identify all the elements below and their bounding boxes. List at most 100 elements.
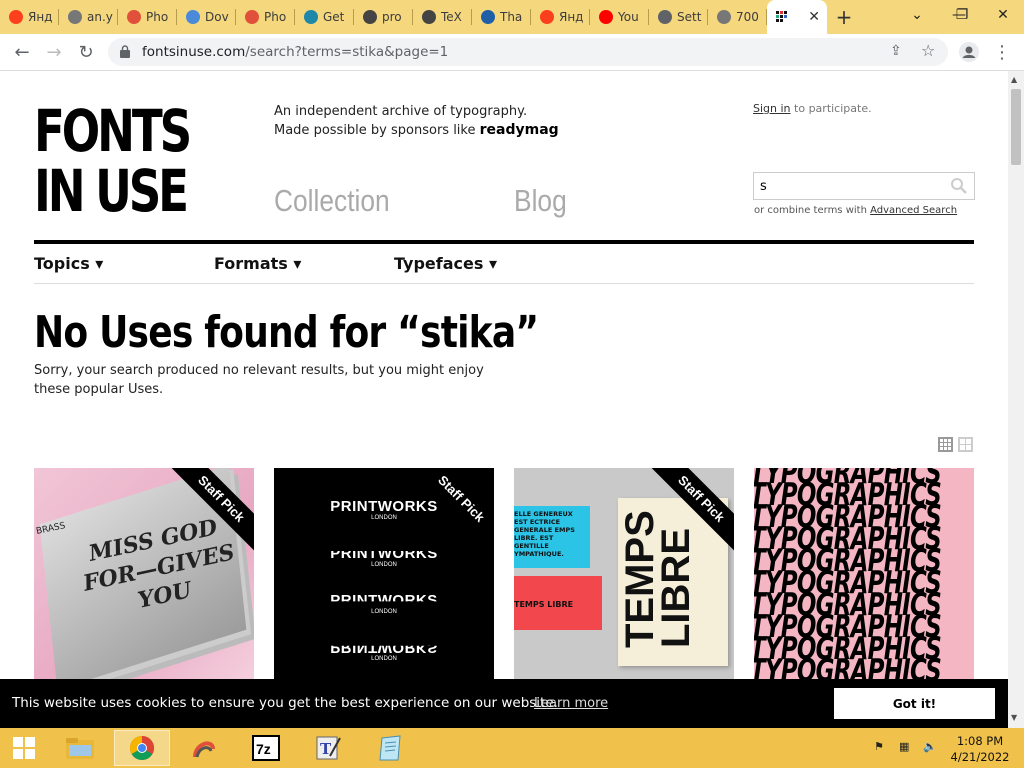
tab-label: TeX	[441, 10, 462, 24]
tab-search-icon[interactable]: ⌄	[896, 0, 938, 30]
nav-formats[interactable]: Formats ▾	[214, 254, 301, 273]
photopea-taskbar-button[interactable]	[176, 730, 232, 766]
tex-icon	[363, 10, 377, 24]
advanced-search-link[interactable]: Advanced Search	[870, 205, 957, 216]
chrome-taskbar-button[interactable]	[114, 730, 170, 766]
logo-line-1: FONTS	[34, 97, 192, 165]
search-input[interactable]	[754, 173, 944, 199]
lock-icon	[120, 45, 130, 58]
start-button[interactable]	[0, 730, 48, 766]
notepad-taskbar-button[interactable]	[362, 730, 418, 766]
tagline: An independent archive of typography. Ma…	[274, 102, 559, 140]
page-scrollbar[interactable]: ▲ ▼	[1008, 71, 1024, 728]
chrome-icon	[129, 736, 155, 761]
yandex-icon	[9, 10, 23, 24]
tab-10[interactable]: Янд	[531, 0, 590, 34]
clock-time: 1:08 PM	[956, 734, 1004, 748]
new-tab-button[interactable]: +	[827, 0, 861, 34]
bookmark-star-icon[interactable]: ☆	[921, 41, 935, 60]
cookie-learn-more-link[interactable]: Learn more	[534, 696, 608, 711]
7zip-icon: 7z	[252, 735, 280, 761]
share-icon[interactable]: ⇪	[890, 43, 902, 59]
tex-icon	[422, 10, 436, 24]
restore-icon[interactable]: ❐	[941, 0, 983, 30]
photopea-icon	[193, 741, 215, 758]
tab-label: Pho	[264, 10, 287, 24]
tab-label: Get	[323, 10, 345, 24]
tab-1[interactable]: Янд	[0, 0, 59, 34]
youtube-icon	[599, 10, 613, 24]
search-icon[interactable]	[950, 177, 968, 195]
use-card-3[interactable]: ELLE GENEREUX EST ECTRICE GENERALE EMPS …	[514, 468, 734, 683]
site-logo[interactable]: FONTS IN USE	[34, 97, 192, 225]
nav-blog[interactable]: Blog	[514, 183, 567, 219]
close-window-icon[interactable]: ✕	[982, 0, 1024, 30]
folder-icon	[66, 738, 94, 759]
tab-6[interactable]: Get	[295, 0, 354, 34]
scroll-up-icon[interactable]: ▲	[1011, 75, 1017, 84]
tab-2[interactable]: an.y	[59, 0, 118, 34]
use-card-1[interactable]: MISS GOD FOR—GIVES YOU BRASS Staff Pick	[34, 468, 254, 683]
fontsinuse-icon	[776, 10, 790, 24]
tab-label: Pho	[146, 10, 169, 24]
tab-7[interactable]: pro	[354, 0, 413, 34]
address-bar[interactable]: fontsinuse.com/search?terms=stika&page=1…	[108, 38, 948, 66]
tab-9[interactable]: Tha	[472, 0, 531, 34]
profile-icon[interactable]	[953, 34, 985, 70]
tab-8[interactable]: TeX	[413, 0, 472, 34]
tab-label: Янд	[559, 10, 584, 24]
close-tab-icon[interactable]: ✕	[808, 9, 820, 25]
sponsor-link[interactable]: readymag	[480, 122, 559, 138]
menu-kebab-icon[interactable]: ⋮	[986, 34, 1018, 70]
nav-typefaces[interactable]: Typefaces ▾	[394, 254, 497, 273]
tab-label: Tha	[500, 10, 523, 24]
tex-circle-icon	[481, 10, 495, 24]
gear-icon	[658, 10, 672, 24]
network-icon[interactable]: ▦	[899, 740, 909, 753]
scroll-down-icon[interactable]: ▼	[1011, 713, 1017, 722]
tab-3[interactable]: Pho	[118, 0, 177, 34]
7zip-taskbar-button[interactable]: 7z	[238, 730, 294, 766]
tab-11[interactable]: You	[590, 0, 649, 34]
action-center-flag-icon[interactable]: ⚑	[874, 740, 884, 753]
globe-icon	[186, 10, 200, 24]
reload-icon[interactable]: ↻	[70, 34, 102, 70]
tab-4[interactable]: Dov	[177, 0, 236, 34]
tab-13[interactable]: 700	[708, 0, 767, 34]
category-nav: Topics ▾ Formats ▾ Typefaces ▾	[34, 244, 974, 284]
use-card-2[interactable]: PRINTWORKS LONDON PRINTWORKS LONDON PRIN…	[274, 468, 494, 683]
tab-label: Dov	[205, 10, 229, 24]
tagline-line-1: An independent archive of typography.	[274, 104, 528, 119]
tab-strip: Янд an.y Pho Dov Pho Get pro TeX Tha Янд You Sett 70…	[0, 0, 1024, 34]
back-icon[interactable]: ←	[6, 34, 38, 70]
photopea-icon	[245, 10, 259, 24]
large-view-icon[interactable]	[958, 437, 973, 452]
texworks-taskbar-button[interactable]: T	[300, 730, 356, 766]
use-card-4[interactable]: TYPOGRAPHICS TYPOGRAPHICS TYPOGRAPHICS T…	[754, 468, 974, 683]
card-2-line-2: PRINTWORKS	[330, 545, 438, 562]
blue-card-text: ELLE GENEREUX EST ECTRICE GENERALE EMPS …	[514, 510, 575, 558]
toolbar: ← → ↻ fontsinuse.com/search?terms=stika&…	[0, 34, 1024, 71]
volume-icon[interactable]: 🔈	[923, 740, 937, 753]
scrollbar-thumb[interactable]	[1011, 89, 1021, 165]
signin-rest: to participate.	[794, 102, 872, 115]
nav-collection[interactable]: Collection	[274, 183, 390, 219]
clock-date: 4/21/2022	[950, 750, 1010, 764]
card-2-sub-3: LONDON	[371, 609, 397, 615]
forward-icon[interactable]: →	[38, 34, 70, 70]
logo-line-2: IN USE	[34, 157, 189, 225]
cookie-accept-button[interactable]: Got it!	[834, 688, 995, 719]
red-business-card: TEMPS LIBRE	[514, 576, 602, 630]
file-explorer-button[interactable]	[52, 730, 108, 766]
tab-5[interactable]: Pho	[236, 0, 295, 34]
tab-active-fontsinuse[interactable]: ✕	[767, 0, 827, 34]
grid-view-icon[interactable]	[938, 437, 953, 452]
typographics-art: TYPOGRAPHICS TYPOGRAPHICS TYPOGRAPHICS T…	[754, 468, 942, 683]
clock[interactable]: 1:08 PM 4/21/2022	[948, 733, 1012, 765]
bird-icon	[304, 10, 318, 24]
tab-12[interactable]: Sett	[649, 0, 708, 34]
red-card-text: TEMPS LIBRE	[514, 600, 574, 609]
page-title: No Uses found for “stika”	[34, 307, 539, 358]
signin-link[interactable]: Sign in	[753, 102, 791, 115]
nav-topics[interactable]: Topics ▾	[34, 254, 103, 273]
